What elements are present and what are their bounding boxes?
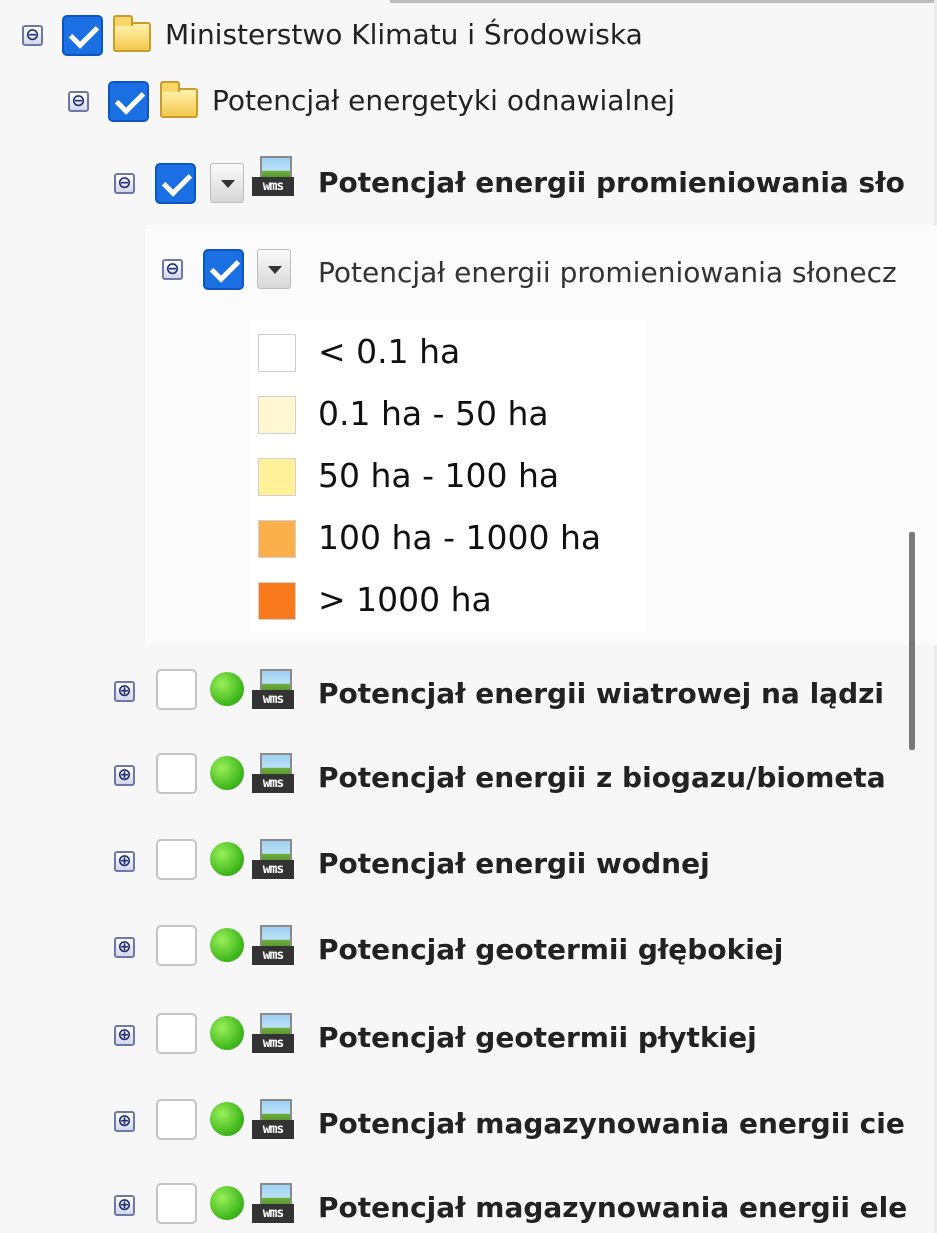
legend-item: < 0.1 ha <box>258 322 658 384</box>
legend-swatch <box>258 458 296 496</box>
status-dot-icon <box>210 928 244 962</box>
legend-label: 0.1 ha - 50 ha <box>318 394 549 433</box>
node-label[interactable]: Potencjał energii promieniowania słonecz <box>318 253 897 293</box>
checkbox-checked[interactable] <box>155 163 196 204</box>
collapse-icon[interactable]: ⊖ <box>22 25 43 46</box>
expand-icon[interactable]: ⊕ <box>114 765 135 786</box>
wms-layer-icon: wms <box>252 1099 294 1143</box>
status-dot-icon <box>210 1102 244 1136</box>
wms-layer-icon: wms <box>252 1013 294 1057</box>
checkbox-unchecked[interactable] <box>156 753 197 794</box>
checkbox-unchecked[interactable] <box>156 1183 197 1224</box>
tree-node-layer: ⊕ wms Potencjał magazynowania energii el… <box>0 1178 937 1233</box>
tree-node-layer: ⊕ wms Potencjał energii wiatrowej na ląd… <box>0 664 937 724</box>
status-dot-icon <box>210 1186 244 1220</box>
legend-label: < 0.1 ha <box>318 332 461 371</box>
wms-layer-icon: wms <box>252 925 294 969</box>
checkbox-unchecked[interactable] <box>156 669 197 710</box>
node-label[interactable]: Potencjał geotermii głębokiej <box>318 930 783 970</box>
legend-item: 50 ha - 100 ha <box>258 446 658 508</box>
tree-node-ministry: ⊖ Ministerstwo Klimatu i Środowiska <box>0 8 937 68</box>
node-label[interactable]: Potencjał energii wiatrowej na lądzi <box>318 674 884 714</box>
status-dot-icon <box>210 756 244 790</box>
node-label[interactable]: Potencjał energetyki odnawialnej <box>212 81 675 121</box>
legend-label: > 1000 ha <box>318 580 492 619</box>
dropdown-arrow-icon[interactable] <box>257 249 291 289</box>
legend-item: 100 ha - 1000 ha <box>258 508 658 570</box>
node-label[interactable]: Potencjał energii promieniowania sło <box>318 163 905 203</box>
legend-swatch <box>258 582 296 620</box>
collapse-icon[interactable]: ⊖ <box>68 91 89 112</box>
wms-layer-icon: wms <box>252 669 294 713</box>
legend-label: 100 ha - 1000 ha <box>318 518 602 557</box>
wms-layer-icon: wms <box>252 753 294 797</box>
node-label[interactable]: Potencjał geotermii płytkiej <box>318 1018 757 1058</box>
checkbox-checked[interactable] <box>108 81 149 122</box>
expand-icon[interactable]: ⊕ <box>114 937 135 958</box>
expand-icon[interactable]: ⊕ <box>114 681 135 702</box>
collapse-icon[interactable]: ⊖ <box>114 173 135 194</box>
tree-node-layer: ⊕ wms Potencjał geotermii płytkiej <box>0 1008 937 1068</box>
checkbox-checked[interactable] <box>203 249 244 290</box>
dropdown-arrow-icon[interactable] <box>210 163 244 203</box>
collapse-icon[interactable]: ⊖ <box>162 259 183 280</box>
wms-layer-icon: wms <box>252 1183 294 1227</box>
expand-icon[interactable]: ⊕ <box>114 1025 135 1046</box>
checkbox-unchecked[interactable] <box>156 839 197 880</box>
node-label[interactable]: Potencjał energii z biogazu/biometa <box>318 758 886 798</box>
checkbox-unchecked[interactable] <box>156 1013 197 1054</box>
folder-icon <box>160 81 198 118</box>
legend-label: 50 ha - 100 ha <box>318 456 560 495</box>
legend-swatch <box>258 396 296 434</box>
status-dot-icon <box>210 672 244 706</box>
node-label[interactable]: Potencjał magazynowania energii cie <box>318 1104 905 1144</box>
node-label[interactable]: Ministerstwo Klimatu i Środowiska <box>165 15 643 55</box>
node-label[interactable]: Potencjał magazynowania energii ele <box>318 1188 907 1228</box>
expand-icon[interactable]: ⊕ <box>114 851 135 872</box>
checkbox-unchecked[interactable] <box>156 1099 197 1140</box>
status-dot-icon <box>210 1016 244 1050</box>
legend-swatch <box>258 520 296 558</box>
tree-node-renewable-group: ⊖ Potencjał energetyki odnawialnej <box>0 74 937 134</box>
legend-item: 0.1 ha - 50 ha <box>258 384 658 446</box>
legend-swatch <box>258 334 296 372</box>
node-label[interactable]: Potencjał energii wodnej <box>318 844 710 884</box>
checkbox-checked[interactable] <box>62 15 103 56</box>
checkbox-unchecked[interactable] <box>156 925 197 966</box>
tree-node-sublayer-solar: ⊖ Potencjał energii promieniowania słone… <box>145 240 937 300</box>
status-dot-icon <box>210 842 244 876</box>
tree-node-layer: ⊕ wms Potencjał magazynowania energii ci… <box>0 1094 937 1154</box>
folder-icon <box>113 15 151 52</box>
legend-item: > 1000 ha <box>258 570 658 632</box>
wms-layer-icon: wms <box>252 839 294 883</box>
expand-icon[interactable]: ⊕ <box>114 1195 135 1216</box>
tree-node-layer-solar: ⊖ wms Potencjał energii promieniowania s… <box>0 156 937 216</box>
wms-layer-icon: wms <box>252 156 294 200</box>
top-border <box>390 0 937 3</box>
scrollbar-thumb[interactable] <box>909 532 915 750</box>
expand-icon[interactable]: ⊕ <box>114 1111 135 1132</box>
tree-node-layer: ⊕ wms Potencjał energii wodnej <box>0 834 937 894</box>
tree-node-layer: ⊕ wms Potencjał energii z biogazu/biomet… <box>0 748 937 808</box>
tree-node-layer: ⊕ wms Potencjał geotermii głębokiej <box>0 920 937 980</box>
